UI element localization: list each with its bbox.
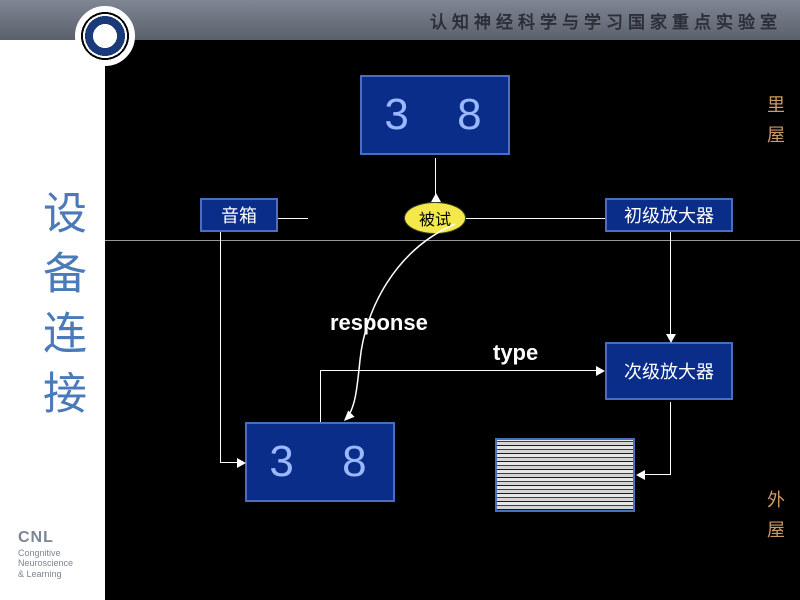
arrow-type-into-secamp bbox=[596, 366, 605, 376]
left-panel: 设备连接 CNL Congnitive Neuroscience & Learn… bbox=[0, 40, 105, 600]
footer-logo-abbrev: CNL bbox=[18, 528, 105, 547]
node-speaker: 音箱 bbox=[200, 198, 278, 232]
institution-logo bbox=[75, 6, 135, 66]
slide-title: 设备连接 bbox=[28, 190, 92, 430]
footer-logo: CNL Congnitive Neuroscience & Learning bbox=[18, 528, 105, 580]
room-label-outer: 外屋 bbox=[762, 490, 788, 550]
footer-logo-line2: Congnitive Neuroscience bbox=[18, 548, 105, 570]
room-label-inner: 里屋 bbox=[762, 95, 788, 155]
node-sec-amp-label: 次级放大器 bbox=[624, 358, 714, 384]
node-pre-amp: 初级放大器 bbox=[605, 198, 733, 232]
arrow-into-display-bottom bbox=[237, 458, 246, 468]
display-bottom-value: 3 8 bbox=[269, 437, 384, 487]
signal-output bbox=[495, 438, 635, 512]
conn-secamp-to-signal bbox=[645, 474, 671, 475]
header-title: 认知神经科学与学习国家重点实验室 bbox=[430, 8, 782, 33]
footer-logo-line3: & Learning bbox=[18, 569, 105, 580]
conn-speaker-down bbox=[220, 232, 221, 462]
conn-preamp-to-secamp bbox=[670, 232, 671, 336]
conn-secamp-down bbox=[670, 402, 671, 474]
diagram-canvas: 里屋 外屋 3 8 音箱 被试 初级放大器 次级放大器 3 8 bbox=[105, 40, 800, 600]
node-sec-amp: 次级放大器 bbox=[605, 342, 733, 400]
display-top-value: 3 8 bbox=[384, 90, 499, 140]
display-top: 3 8 bbox=[360, 75, 510, 155]
arrow-into-secamp bbox=[666, 334, 676, 343]
arrow-into-signal bbox=[636, 470, 645, 480]
edge-label-type: type bbox=[493, 340, 538, 366]
node-speaker-label: 音箱 bbox=[221, 202, 257, 228]
waveform-texture bbox=[497, 440, 633, 510]
arrow-into-display-top bbox=[431, 193, 441, 202]
conn-speaker-right bbox=[278, 218, 308, 219]
node-pre-amp-label: 初级放大器 bbox=[624, 202, 714, 228]
edge-label-response: response bbox=[330, 310, 428, 336]
